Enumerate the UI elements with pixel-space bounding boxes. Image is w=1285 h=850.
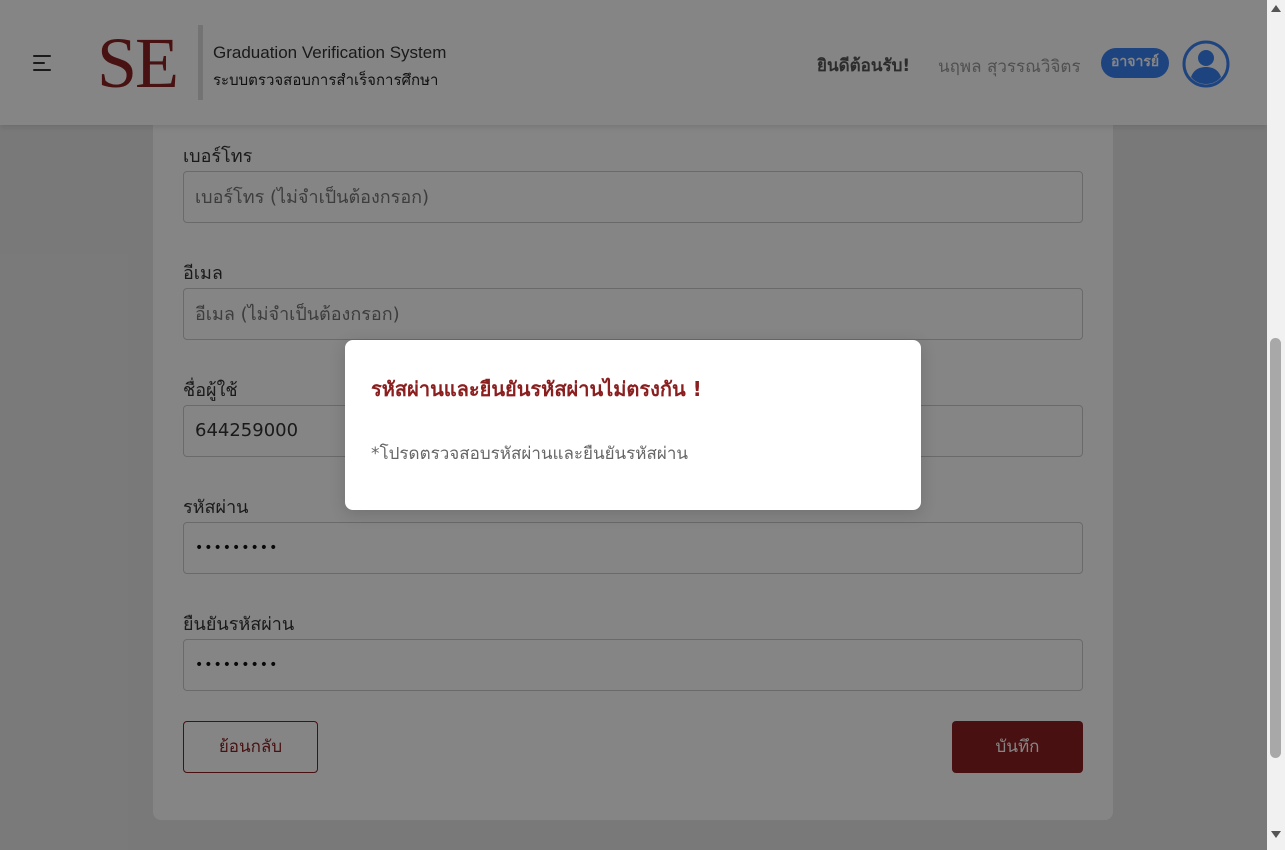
modal-message: *โปรดตรวจสอบรหัสผ่านและยืนยันรหัสผ่าน: [371, 444, 688, 464]
scroll-thumb[interactable]: [1270, 338, 1281, 758]
vertical-scrollbar[interactable]: [1267, 0, 1285, 850]
modal-title: รหัสผ่านและยืนยันรหัสผ่านไม่ตรงกัน !: [371, 377, 702, 401]
scroll-down-arrow-icon[interactable]: [1271, 831, 1281, 838]
scroll-up-arrow-icon[interactable]: [1271, 5, 1281, 12]
error-modal: รหัสผ่านและยืนยันรหัสผ่านไม่ตรงกัน ! *โป…: [345, 340, 921, 510]
